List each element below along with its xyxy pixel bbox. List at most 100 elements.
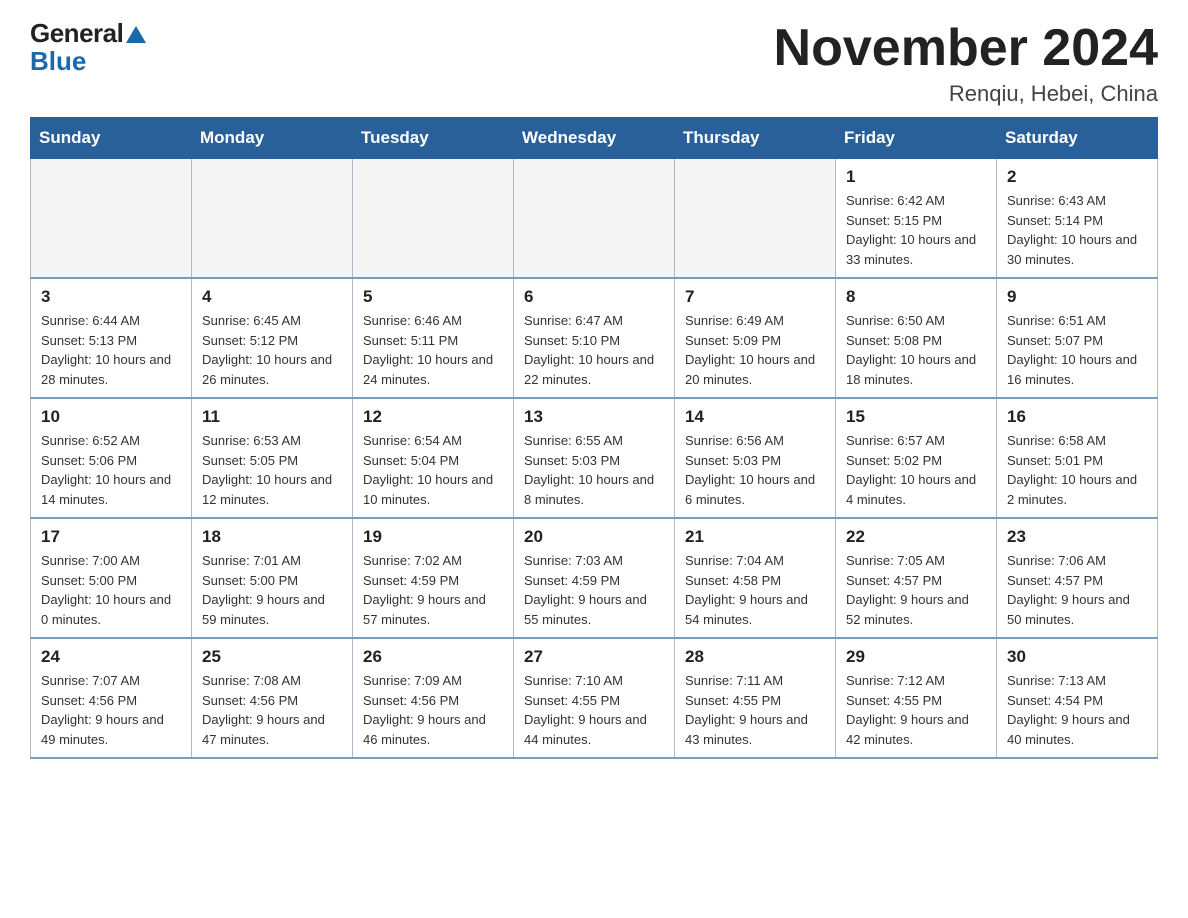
day-info: Sunrise: 7:11 AMSunset: 4:55 PMDaylight:… bbox=[685, 671, 825, 749]
day-number: 24 bbox=[41, 647, 181, 667]
calendar-cell: 23 Sunrise: 7:06 AMSunset: 4:57 PMDayligh… bbox=[997, 518, 1158, 638]
day-info: Sunrise: 7:00 AMSunset: 5:00 PMDaylight:… bbox=[41, 551, 181, 629]
day-info: Sunrise: 6:47 AMSunset: 5:10 PMDaylight:… bbox=[524, 311, 664, 389]
day-info: Sunrise: 6:45 AMSunset: 5:12 PMDaylight:… bbox=[202, 311, 342, 389]
header-monday: Monday bbox=[192, 118, 353, 159]
day-info: Sunrise: 7:02 AMSunset: 4:59 PMDaylight:… bbox=[363, 551, 503, 629]
day-info: Sunrise: 6:58 AMSunset: 5:01 PMDaylight:… bbox=[1007, 431, 1147, 509]
day-number: 21 bbox=[685, 527, 825, 547]
calendar-cell bbox=[514, 159, 675, 279]
calendar-cell: 1 Sunrise: 6:42 AMSunset: 5:15 PMDaylight… bbox=[836, 159, 997, 279]
calendar-week-row: 1 Sunrise: 6:42 AMSunset: 5:15 PMDaylight… bbox=[31, 159, 1158, 279]
calendar-cell: 25 Sunrise: 7:08 AMSunset: 4:56 PMDayligh… bbox=[192, 638, 353, 758]
logo: General Blue bbox=[30, 20, 146, 77]
calendar-week-row: 3 Sunrise: 6:44 AMSunset: 5:13 PMDaylight… bbox=[31, 278, 1158, 398]
day-info: Sunrise: 7:06 AMSunset: 4:57 PMDaylight:… bbox=[1007, 551, 1147, 629]
day-number: 29 bbox=[846, 647, 986, 667]
calendar-cell: 14Sunrise: 6:56 AMSunset: 5:03 PMDayligh… bbox=[675, 398, 836, 518]
day-info: Sunrise: 6:54 AMSunset: 5:04 PMDaylight:… bbox=[363, 431, 503, 509]
calendar-cell bbox=[31, 159, 192, 279]
day-number: 12 bbox=[363, 407, 503, 427]
calendar-cell: 17Sunrise: 7:00 AMSunset: 5:00 PMDayligh… bbox=[31, 518, 192, 638]
logo-text-general: General bbox=[30, 20, 146, 46]
day-number: 28 bbox=[685, 647, 825, 667]
day-info: Sunrise: 7:01 AMSunset: 5:00 PMDaylight:… bbox=[202, 551, 342, 629]
calendar-cell: 27Sunrise: 7:10 AMSunset: 4:55 PMDayligh… bbox=[514, 638, 675, 758]
day-number: 3 bbox=[41, 287, 181, 307]
day-number: 8 bbox=[846, 287, 986, 307]
calendar-cell: 10 Sunrise: 6:52 AMSunset: 5:06 PMDayligh… bbox=[31, 398, 192, 518]
day-info: Sunrise: 6:53 AMSunset: 5:05 PMDaylight:… bbox=[202, 431, 342, 509]
calendar-table: Sunday Monday Tuesday Wednesday Thursday… bbox=[30, 117, 1158, 759]
calendar-cell: 24Sunrise: 7:07 AMSunset: 4:56 PMDayligh… bbox=[31, 638, 192, 758]
calendar-cell: 26 Sunrise: 7:09 AMSunset: 4:56 PMDayligh… bbox=[353, 638, 514, 758]
calendar-cell: 4Sunrise: 6:45 AMSunset: 5:12 PMDaylight… bbox=[192, 278, 353, 398]
calendar-header: Sunday Monday Tuesday Wednesday Thursday… bbox=[31, 118, 1158, 159]
calendar-cell: 21 Sunrise: 7:04 AMSunset: 4:58 PMDayligh… bbox=[675, 518, 836, 638]
calendar-cell: 8 Sunrise: 6:50 AMSunset: 5:08 PMDaylight… bbox=[836, 278, 997, 398]
day-info: Sunrise: 6:46 AMSunset: 5:11 PMDaylight:… bbox=[363, 311, 503, 389]
day-number: 6 bbox=[524, 287, 664, 307]
day-number: 18 bbox=[202, 527, 342, 547]
day-info: Sunrise: 7:09 AMSunset: 4:56 PMDaylight:… bbox=[363, 671, 503, 749]
header-friday: Friday bbox=[836, 118, 997, 159]
day-info: Sunrise: 6:55 AMSunset: 5:03 PMDaylight:… bbox=[524, 431, 664, 509]
calendar-week-row: 10 Sunrise: 6:52 AMSunset: 5:06 PMDayligh… bbox=[31, 398, 1158, 518]
day-info: Sunrise: 6:52 AMSunset: 5:06 PMDaylight:… bbox=[41, 431, 181, 509]
month-year-title: November 2024 bbox=[774, 20, 1158, 77]
calendar-cell: 7Sunrise: 6:49 AMSunset: 5:09 PMDaylight… bbox=[675, 278, 836, 398]
calendar-week-row: 17Sunrise: 7:00 AMSunset: 5:00 PMDayligh… bbox=[31, 518, 1158, 638]
day-number: 27 bbox=[524, 647, 664, 667]
calendar-cell: 2 Sunrise: 6:43 AMSunset: 5:14 PMDaylight… bbox=[997, 159, 1158, 279]
calendar-cell: 20 Sunrise: 7:03 AMSunset: 4:59 PMDayligh… bbox=[514, 518, 675, 638]
day-number: 10 bbox=[41, 407, 181, 427]
weekday-header-row: Sunday Monday Tuesday Wednesday Thursday… bbox=[31, 118, 1158, 159]
calendar-body: 1 Sunrise: 6:42 AMSunset: 5:15 PMDaylight… bbox=[31, 159, 1158, 759]
header-wednesday: Wednesday bbox=[514, 118, 675, 159]
calendar-cell: 29Sunrise: 7:12 AMSunset: 4:55 PMDayligh… bbox=[836, 638, 997, 758]
day-number: 30 bbox=[1007, 647, 1147, 667]
day-number: 9 bbox=[1007, 287, 1147, 307]
page-header: General Blue November 2024 Renqiu, Hebei… bbox=[30, 20, 1158, 107]
day-info: Sunrise: 7:05 AMSunset: 4:57 PMDaylight:… bbox=[846, 551, 986, 629]
day-info: Sunrise: 6:50 AMSunset: 5:08 PMDaylight:… bbox=[846, 311, 986, 389]
day-number: 15 bbox=[846, 407, 986, 427]
day-number: 16 bbox=[1007, 407, 1147, 427]
calendar-week-row: 24Sunrise: 7:07 AMSunset: 4:56 PMDayligh… bbox=[31, 638, 1158, 758]
day-number: 23 bbox=[1007, 527, 1147, 547]
day-number: 1 bbox=[846, 167, 986, 187]
title-block: November 2024 Renqiu, Hebei, China bbox=[774, 20, 1158, 107]
day-info: Sunrise: 6:49 AMSunset: 5:09 PMDaylight:… bbox=[685, 311, 825, 389]
day-number: 26 bbox=[363, 647, 503, 667]
header-saturday: Saturday bbox=[997, 118, 1158, 159]
calendar-cell: 6 Sunrise: 6:47 AMSunset: 5:10 PMDaylight… bbox=[514, 278, 675, 398]
day-number: 5 bbox=[363, 287, 503, 307]
calendar-cell: 22 Sunrise: 7:05 AMSunset: 4:57 PMDayligh… bbox=[836, 518, 997, 638]
calendar-cell: 3 Sunrise: 6:44 AMSunset: 5:13 PMDaylight… bbox=[31, 278, 192, 398]
calendar-cell bbox=[675, 159, 836, 279]
calendar-cell: 18 Sunrise: 7:01 AMSunset: 5:00 PMDayligh… bbox=[192, 518, 353, 638]
calendar-cell: 30Sunrise: 7:13 AMSunset: 4:54 PMDayligh… bbox=[997, 638, 1158, 758]
day-number: 25 bbox=[202, 647, 342, 667]
calendar-cell: 28 Sunrise: 7:11 AMSunset: 4:55 PMDayligh… bbox=[675, 638, 836, 758]
day-info: Sunrise: 7:08 AMSunset: 4:56 PMDaylight:… bbox=[202, 671, 342, 749]
calendar-cell: 13Sunrise: 6:55 AMSunset: 5:03 PMDayligh… bbox=[514, 398, 675, 518]
calendar-cell: 19Sunrise: 7:02 AMSunset: 4:59 PMDayligh… bbox=[353, 518, 514, 638]
day-number: 2 bbox=[1007, 167, 1147, 187]
day-info: Sunrise: 7:04 AMSunset: 4:58 PMDaylight:… bbox=[685, 551, 825, 629]
location-label: Renqiu, Hebei, China bbox=[774, 81, 1158, 107]
logo-text-blue: Blue bbox=[30, 46, 86, 77]
header-sunday: Sunday bbox=[31, 118, 192, 159]
header-tuesday: Tuesday bbox=[353, 118, 514, 159]
day-info: Sunrise: 6:43 AMSunset: 5:14 PMDaylight:… bbox=[1007, 191, 1147, 269]
day-number: 20 bbox=[524, 527, 664, 547]
calendar-cell: 15 Sunrise: 6:57 AMSunset: 5:02 PMDayligh… bbox=[836, 398, 997, 518]
day-info: Sunrise: 6:42 AMSunset: 5:15 PMDaylight:… bbox=[846, 191, 986, 269]
day-info: Sunrise: 6:44 AMSunset: 5:13 PMDaylight:… bbox=[41, 311, 181, 389]
day-info: Sunrise: 7:03 AMSunset: 4:59 PMDaylight:… bbox=[524, 551, 664, 629]
day-number: 11 bbox=[202, 407, 342, 427]
logo-triangle-icon bbox=[126, 26, 146, 43]
day-number: 22 bbox=[846, 527, 986, 547]
calendar-cell: 9Sunrise: 6:51 AMSunset: 5:07 PMDaylight… bbox=[997, 278, 1158, 398]
day-info: Sunrise: 6:57 AMSunset: 5:02 PMDaylight:… bbox=[846, 431, 986, 509]
